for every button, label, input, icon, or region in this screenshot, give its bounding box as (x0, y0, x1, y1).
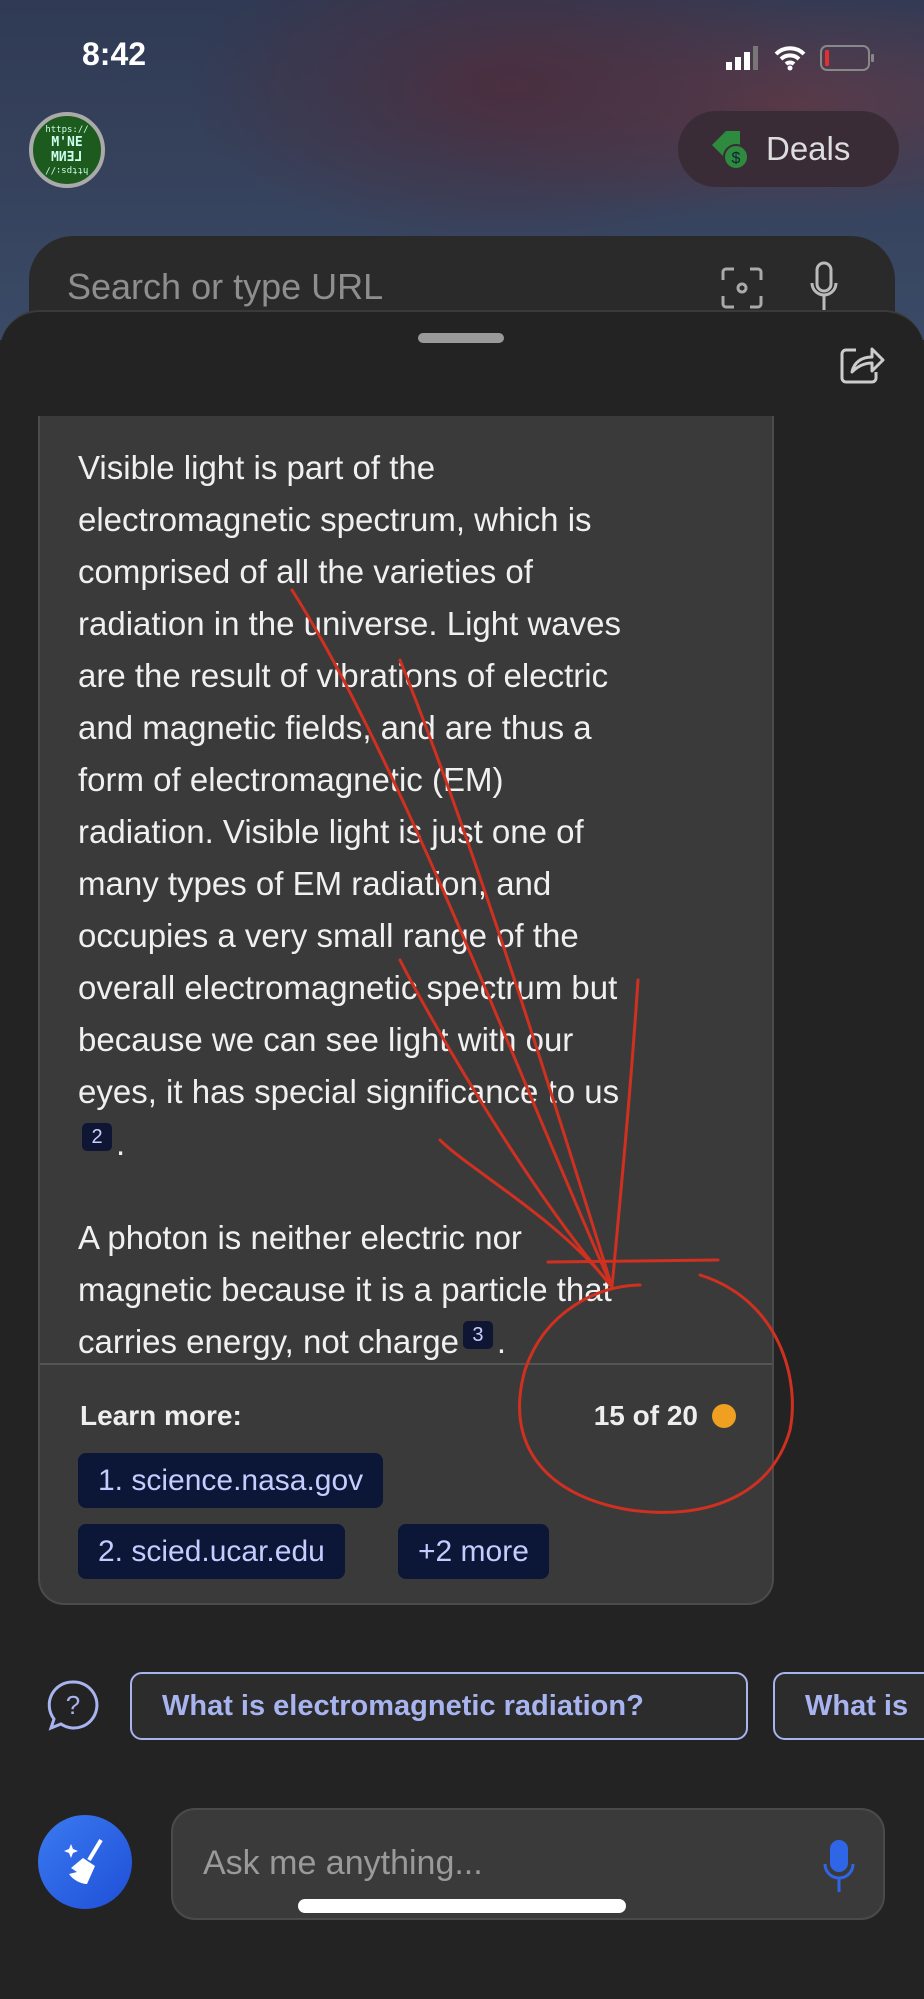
home-indicator (298, 1899, 626, 1913)
text-line: form of electromagnetic (EM) (78, 761, 504, 798)
battery-low-icon (820, 45, 874, 71)
suggestion-chip[interactable]: What is electromagnetic radiation? (130, 1672, 748, 1740)
text-line: radiation in the universe. Light waves (78, 605, 621, 642)
deals-label: Deals (766, 130, 851, 167)
svg-text:?: ? (66, 1690, 80, 1720)
search-placeholder: Search or type URL (67, 266, 384, 307)
source-link[interactable]: 2. scied.ucar.edu (78, 1524, 345, 1579)
new-topic-button[interactable] (38, 1815, 132, 1909)
broom-sparkle-icon (64, 1838, 103, 1884)
help-question-icon[interactable]: ? (46, 1678, 100, 1734)
avatar-text: https:// (45, 165, 89, 175)
share-icon[interactable] (838, 342, 886, 386)
status-icons (726, 44, 876, 72)
learn-more-label: Learn more: (80, 1400, 242, 1431)
text-line: eyes, it has special significance to us (78, 1073, 620, 1110)
text-line: magnetic because it is a particle that (78, 1271, 612, 1308)
avatar-text: M'NE (51, 135, 83, 150)
sheet-drag-handle[interactable] (418, 333, 504, 343)
visual-search-icon[interactable] (720, 266, 764, 310)
text-line: radiation. Visible light is just one of (78, 813, 584, 850)
cellular-signal-icon (726, 46, 758, 70)
wifi-icon (774, 46, 806, 71)
text-line: A photon is neither electric nor (78, 1219, 522, 1256)
text-line: are the result of vibrations of electric (78, 657, 609, 694)
text-line: Visible light is part of the (78, 449, 436, 486)
voice-input-icon[interactable] (821, 1838, 857, 1894)
citation-badge[interactable]: 3 (462, 1321, 493, 1349)
text-line: occupies a very small range of the (78, 917, 579, 954)
svg-text:$: $ (732, 150, 741, 167)
response-count: 15 of 20 (594, 1400, 736, 1432)
avatar-text: LENM (51, 150, 83, 165)
citation-badge[interactable]: 2 (82, 1123, 112, 1151)
text-line: because we can see light with our (78, 1021, 574, 1058)
microphone-icon[interactable] (809, 261, 839, 313)
deals-button[interactable]: $ Deals (678, 111, 899, 187)
source-link[interactable]: 1. science.nasa.gov (78, 1453, 384, 1508)
text-line: carries energy, not charge (78, 1323, 459, 1360)
more-sources-button[interactable]: +2 more (398, 1524, 549, 1579)
profile-avatar[interactable]: https:// M'NE LENM https:// (29, 112, 105, 188)
text-line: comprised of all the varieties of (78, 553, 533, 590)
response-count-text: 15 of 20 (593, 1400, 698, 1431)
text-line: and magnetic fields, and are thus a (78, 709, 592, 746)
answer-paragraph: A photon is neither electric nor magneti… (78, 1212, 612, 1368)
suggestion-chip[interactable]: What is (773, 1672, 924, 1740)
answer-card: Visible light is part of the electromagn… (38, 416, 774, 1605)
avatar-text: https:// (45, 125, 89, 135)
text-line: overall electromagnetic spectrum but (78, 969, 618, 1006)
status-dot (712, 1404, 736, 1428)
card-divider (40, 1363, 772, 1365)
status-time: 8:42 (82, 36, 147, 72)
ask-placeholder: Ask me anything... (203, 1844, 483, 1882)
text-line: many types of EM radiation, and (78, 865, 552, 902)
answer-paragraph: Visible light is part of the electromagn… (78, 442, 621, 1170)
text-line: electromagnetic spectrum, which is (78, 501, 592, 538)
copilot-chat-sheet: Visible light is part of the electromagn… (0, 310, 924, 1999)
price-tag-dollar-icon: $ (712, 131, 749, 170)
